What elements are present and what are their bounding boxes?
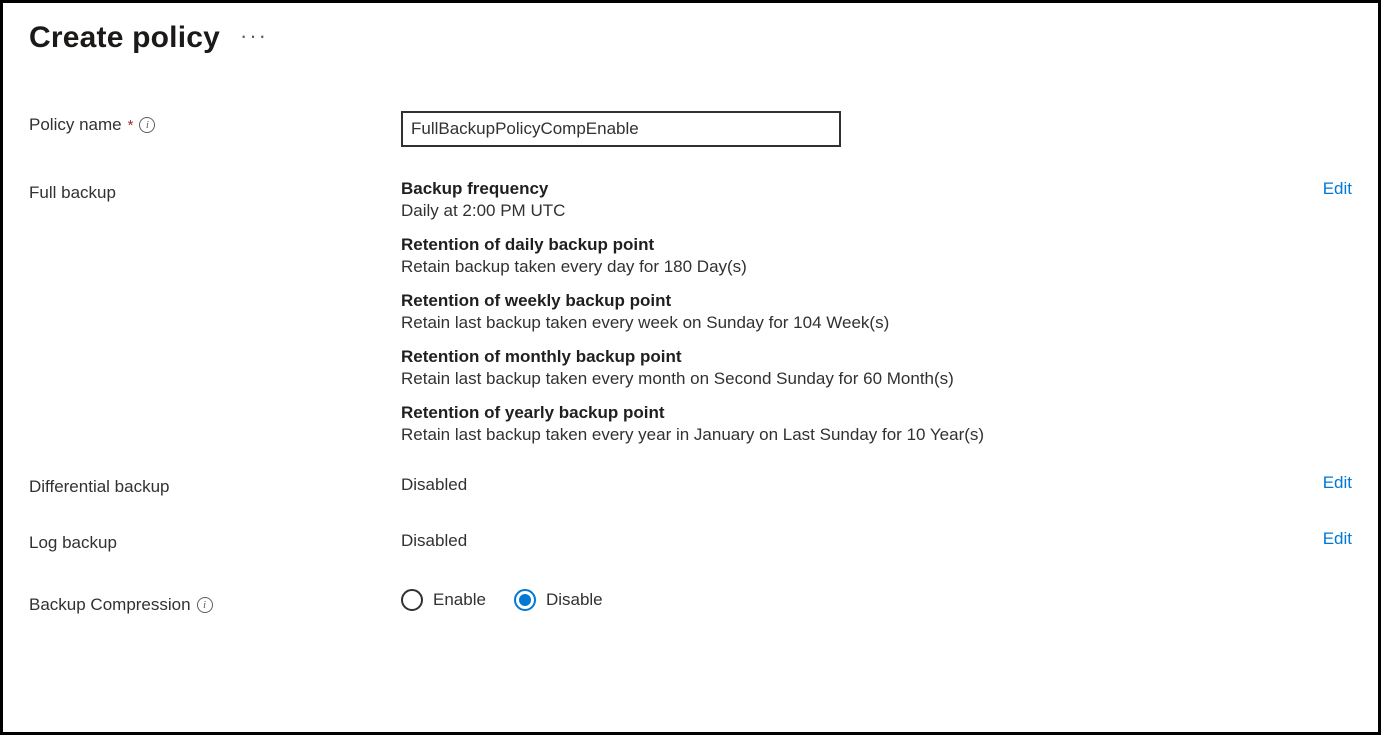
backup-frequency-desc: Daily at 2:00 PM UTC (401, 201, 1352, 221)
required-marker: * (128, 117, 134, 134)
edit-differential-link[interactable]: Edit (1323, 473, 1352, 493)
differential-backup-label: Differential backup (29, 473, 401, 497)
more-actions-button[interactable]: ··· (240, 23, 268, 53)
compression-radio-group: Enable Disable (401, 585, 1352, 611)
retention-yearly-title: Retention of yearly backup point (401, 403, 1352, 423)
edit-full-backup-link[interactable]: Edit (1323, 179, 1352, 199)
retention-weekly-desc: Retain last backup taken every week on S… (401, 313, 1352, 333)
radio-unselected-icon (401, 589, 423, 611)
info-icon[interactable]: i (139, 117, 155, 133)
retention-monthly-title: Retention of monthly backup point (401, 347, 1352, 367)
policy-name-row: Policy name * i (29, 111, 1352, 147)
differential-backup-value-col: Edit Disabled (401, 473, 1352, 495)
backup-compression-value-col: Enable Disable (401, 585, 1352, 611)
log-backup-row: Log backup Edit Disabled (29, 529, 1352, 553)
retention-weekly-title: Retention of weekly backup point (401, 291, 1352, 311)
retention-yearly-item: Retention of yearly backup point Retain … (401, 403, 1352, 445)
policy-name-label: Policy name * i (29, 111, 401, 135)
retention-daily-title: Retention of daily backup point (401, 235, 1352, 255)
radio-label: Disable (546, 590, 603, 610)
full-backup-label: Full backup (29, 179, 401, 203)
label-text: Policy name (29, 115, 122, 135)
compression-enable-radio[interactable]: Enable (401, 589, 486, 611)
create-policy-panel: Create policy ··· Policy name * i Full b… (0, 0, 1381, 735)
retention-daily-desc: Retain backup taken every day for 180 Da… (401, 257, 1352, 277)
radio-selected-icon (514, 589, 536, 611)
differential-backup-value: Disabled (401, 473, 1352, 495)
radio-label: Enable (433, 590, 486, 610)
retention-monthly-item: Retention of monthly backup point Retain… (401, 347, 1352, 389)
edit-log-link[interactable]: Edit (1323, 529, 1352, 549)
compression-disable-radio[interactable]: Disable (514, 589, 603, 611)
page-title: Create policy (29, 21, 220, 55)
backup-frequency-title: Backup frequency (401, 179, 1352, 199)
header: Create policy ··· (29, 21, 1352, 55)
retention-daily-item: Retention of daily backup point Retain b… (401, 235, 1352, 277)
backup-compression-row: Backup Compression i Enable Disable (29, 585, 1352, 615)
info-icon[interactable]: i (197, 597, 213, 613)
log-backup-value: Disabled (401, 529, 1352, 551)
retention-monthly-desc: Retain last backup taken every month on … (401, 369, 1352, 389)
backup-frequency-item: Backup frequency Daily at 2:00 PM UTC (401, 179, 1352, 221)
differential-backup-row: Differential backup Edit Disabled (29, 473, 1352, 497)
retention-yearly-desc: Retain last backup taken every year in J… (401, 425, 1352, 445)
policy-name-value-col (401, 111, 1352, 147)
full-backup-row: Full backup Edit Backup frequency Daily … (29, 179, 1352, 445)
backup-compression-label: Backup Compression i (29, 585, 401, 615)
retention-weekly-item: Retention of weekly backup point Retain … (401, 291, 1352, 333)
log-backup-label: Log backup (29, 529, 401, 553)
full-backup-details: Edit Backup frequency Daily at 2:00 PM U… (401, 179, 1352, 445)
log-backup-value-col: Edit Disabled (401, 529, 1352, 551)
policy-name-input[interactable] (401, 111, 841, 147)
label-text: Backup Compression (29, 595, 191, 615)
